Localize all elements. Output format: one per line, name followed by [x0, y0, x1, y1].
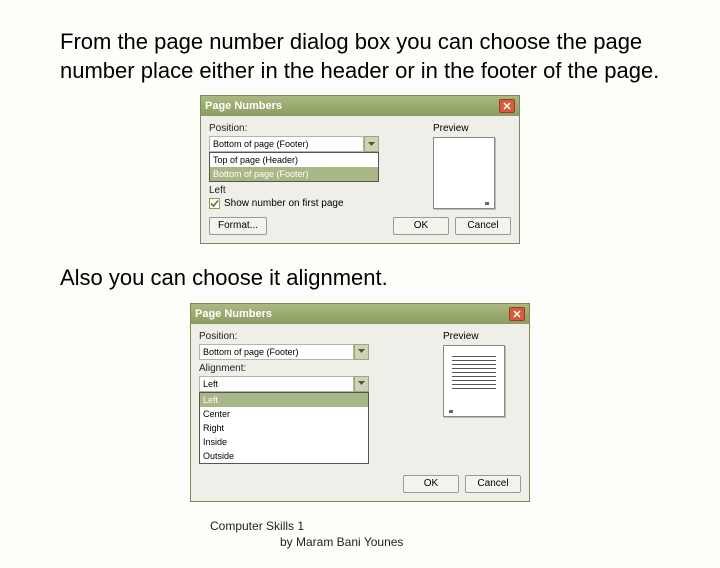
list-item[interactable]: Bottom of page (Footer) [210, 167, 378, 181]
position-dropdown-list[interactable]: Top of page (Header) Bottom of page (Foo… [209, 152, 379, 182]
position-combobox[interactable]: Bottom of page (Footer) [209, 136, 379, 152]
dialog1-title: Page Numbers [205, 100, 282, 112]
intro-paragraph-2: Also you can choose it alignment. [0, 264, 720, 293]
dialog1-titlebar: Page Numbers [201, 96, 519, 116]
list-item[interactable]: Center [200, 407, 368, 421]
list-item[interactable]: Top of page (Header) [210, 153, 378, 167]
dialog2-container: Page Numbers Position: Bottom of page (F… [0, 303, 720, 502]
alignment-dropdown-list[interactable]: Left Center Right Inside Outside [199, 392, 369, 464]
list-item[interactable]: Right [200, 421, 368, 435]
preview-label: Preview [433, 123, 511, 134]
dialog1-container: Page Numbers Position: Bottom of page (F… [0, 95, 720, 244]
page-numbers-dialog-1: Page Numbers Position: Bottom of page (F… [200, 95, 520, 244]
dialog2-title: Page Numbers [195, 308, 272, 320]
close-icon[interactable] [509, 307, 525, 321]
footer-line-2: by Maram Bani Younes [210, 534, 403, 550]
position-value: Bottom of page (Footer) [209, 136, 364, 152]
preview-label: Preview [443, 331, 521, 342]
page-numbers-dialog-2: Page Numbers Position: Bottom of page (F… [190, 303, 530, 502]
list-item[interactable]: Left [200, 393, 368, 407]
intro-paragraph-1: From the page number dialog box you can … [0, 28, 720, 85]
position-combobox[interactable]: Bottom of page (Footer) [199, 344, 369, 360]
chevron-down-icon[interactable] [354, 376, 369, 392]
format-button[interactable]: Format... [209, 217, 267, 235]
preview-page [443, 345, 505, 417]
ok-button[interactable]: OK [403, 475, 459, 493]
cancel-button[interactable]: Cancel [455, 217, 511, 235]
chevron-down-icon[interactable] [364, 136, 379, 152]
alignment-value: Left [199, 376, 354, 392]
alignment-label: Alignment: [199, 363, 435, 374]
position-label: Position: [209, 123, 425, 134]
cancel-button[interactable]: Cancel [465, 475, 521, 493]
ok-button[interactable]: OK [393, 217, 449, 235]
list-item[interactable]: Inside [200, 435, 368, 449]
show-first-page-checkbox[interactable] [209, 198, 220, 209]
preview-page [433, 137, 495, 209]
footer-line-1: Computer Skills 1 [210, 518, 403, 534]
position-label: Position: [199, 331, 435, 342]
checkbox-label: Show number on first page [224, 198, 344, 209]
list-item[interactable]: Outside [200, 449, 368, 463]
close-icon[interactable] [499, 99, 515, 113]
chevron-down-icon[interactable] [354, 344, 369, 360]
slide-footer: Computer Skills 1 by Maram Bani Younes [210, 518, 403, 550]
alignment-combobox[interactable]: Left [199, 376, 369, 392]
dialog2-titlebar: Page Numbers [191, 304, 529, 324]
position-value: Bottom of page (Footer) [199, 344, 354, 360]
leftover-label: Left [209, 185, 425, 196]
